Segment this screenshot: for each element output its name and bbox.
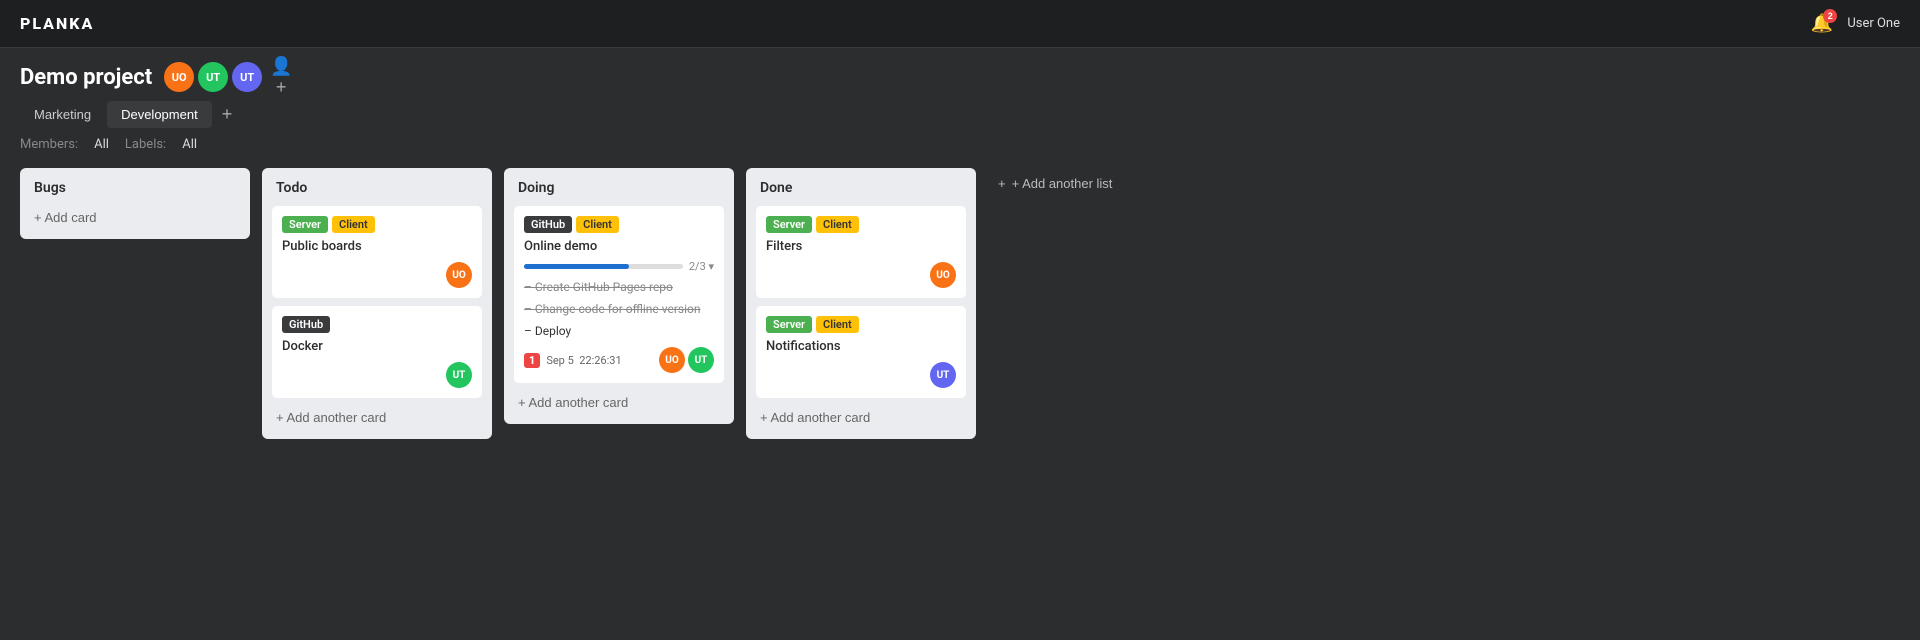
card-meta-avatar-uo: UO — [659, 347, 685, 373]
add-card-done-button[interactable]: + Add another card — [756, 406, 966, 429]
members-filter-label: Members: — [20, 137, 78, 152]
card-public-boards[interactable]: Server Client Public boards UO — [272, 206, 482, 298]
filter-bar: Members: All Labels: All — [0, 129, 1920, 160]
topnav: PLANKA 🔔 2 User One — [0, 0, 1920, 48]
card-filters-footer: UO — [766, 262, 956, 288]
label-server: Server — [282, 216, 328, 233]
tab-development[interactable]: Development — [107, 101, 212, 128]
board: Bugs + Add card Todo Server Client Publi… — [0, 160, 1920, 459]
tab-marketing[interactable]: Marketing — [20, 101, 105, 128]
card-docker-title: Docker — [282, 339, 472, 354]
card-online-demo[interactable]: ✏️ GitHub Client Online demo 2/3 ▾ – Cre… — [514, 206, 724, 383]
notifications-button[interactable]: 🔔 2 — [1811, 13, 1833, 34]
card-docker[interactable]: GitHub Docker UT — [272, 306, 482, 398]
list-doing-title: Doing — [514, 178, 724, 198]
card-notifications-avatar: UT — [930, 362, 956, 388]
card-public-boards-labels: Server Client — [282, 216, 472, 233]
labels-filter-label: Labels: — [125, 137, 166, 152]
card-notifications-labels: Server Client — [766, 316, 956, 333]
list-done-title: Done — [756, 178, 966, 198]
card-meta-avatar-ut: UT — [688, 347, 714, 373]
add-list-button[interactable]: + + Add another list — [988, 168, 1148, 199]
label-github: GitHub — [282, 316, 330, 333]
add-member-button[interactable]: 👤+ — [266, 62, 296, 92]
project-avatar-group: UO UT UT 👤+ — [164, 62, 296, 92]
add-tab-button[interactable]: + — [214, 100, 241, 129]
label-client: Client — [332, 216, 375, 233]
card-public-boards-title: Public boards — [282, 239, 472, 254]
add-card-todo-button[interactable]: + Add another card — [272, 406, 482, 429]
card-docker-footer: UT — [282, 362, 472, 388]
card-public-boards-avatar: UO — [446, 262, 472, 288]
card-notifications[interactable]: Server Client Notifications UT — [756, 306, 966, 398]
label-server-notif: Server — [766, 316, 812, 333]
add-card-bugs-button[interactable]: + Add card — [30, 206, 240, 229]
card-meta-badge: 1 — [524, 353, 540, 368]
members-filter-value[interactable]: All — [94, 137, 109, 152]
list-todo-title: Todo — [272, 178, 482, 198]
checklist-item-3: – Deploy — [524, 323, 714, 339]
card-docker-labels: GitHub — [282, 316, 472, 333]
avatar-ut1[interactable]: UT — [198, 62, 228, 92]
list-done: Done Server Client Filters UO Server Cli… — [746, 168, 976, 439]
card-notifications-footer: UT — [766, 362, 956, 388]
label-server-filters: Server — [766, 216, 812, 233]
card-filters-avatar: UO — [930, 262, 956, 288]
user-label: User One — [1847, 16, 1900, 31]
card-filters[interactable]: Server Client Filters UO — [756, 206, 966, 298]
card-filters-labels: Server Client — [766, 216, 956, 233]
list-doing: Doing ✏️ GitHub Client Online demo 2/3 ▾… — [504, 168, 734, 424]
avatar-ut2[interactable]: UT — [232, 62, 262, 92]
checklist-item-1: – Create GitHub Pages repo — [524, 279, 714, 295]
label-client-filters: Client — [816, 216, 859, 233]
list-todo: Todo Server Client Public boards UO GitH… — [262, 168, 492, 439]
card-meta-date: Sep 5 22:26:31 — [546, 354, 621, 367]
progress-label: 2/3 ▾ — [689, 260, 714, 273]
label-client-doing: Client — [576, 216, 619, 233]
app-logo: PLANKA — [20, 14, 94, 33]
card-filters-title: Filters — [766, 239, 956, 254]
card-online-demo-title: Online demo — [524, 239, 714, 254]
add-list-icon: + — [998, 176, 1006, 191]
avatar-uo[interactable]: UO — [164, 62, 194, 92]
card-meta: 1 Sep 5 22:26:31 UO UT — [524, 347, 714, 373]
project-title: Demo project — [20, 65, 152, 90]
add-list-label: + Add another list — [1012, 176, 1113, 191]
card-online-demo-labels: GitHub Client — [524, 216, 714, 233]
progress-bar-wrap — [524, 264, 683, 269]
card-meta-avatars: UO UT — [659, 347, 714, 373]
labels-filter-value[interactable]: All — [182, 137, 197, 152]
list-bugs-title: Bugs — [30, 178, 240, 198]
list-bugs: Bugs + Add card — [20, 168, 250, 239]
card-docker-avatar: UT — [446, 362, 472, 388]
topnav-right: 🔔 2 User One — [1811, 13, 1900, 34]
notification-badge: 2 — [1823, 9, 1837, 23]
card-public-boards-footer: UO — [282, 262, 472, 288]
label-github-doing: GitHub — [524, 216, 572, 233]
checklist-item-2: – Change code for offline version — [524, 301, 714, 317]
progress-bar-fill — [524, 264, 629, 269]
project-header: Demo project UO UT UT 👤+ — [0, 48, 1920, 92]
card-notifications-title: Notifications — [766, 339, 956, 354]
add-card-doing-button[interactable]: + Add another card — [514, 391, 724, 414]
label-client-notif: Client — [816, 316, 859, 333]
progress-row: 2/3 ▾ — [524, 260, 714, 273]
